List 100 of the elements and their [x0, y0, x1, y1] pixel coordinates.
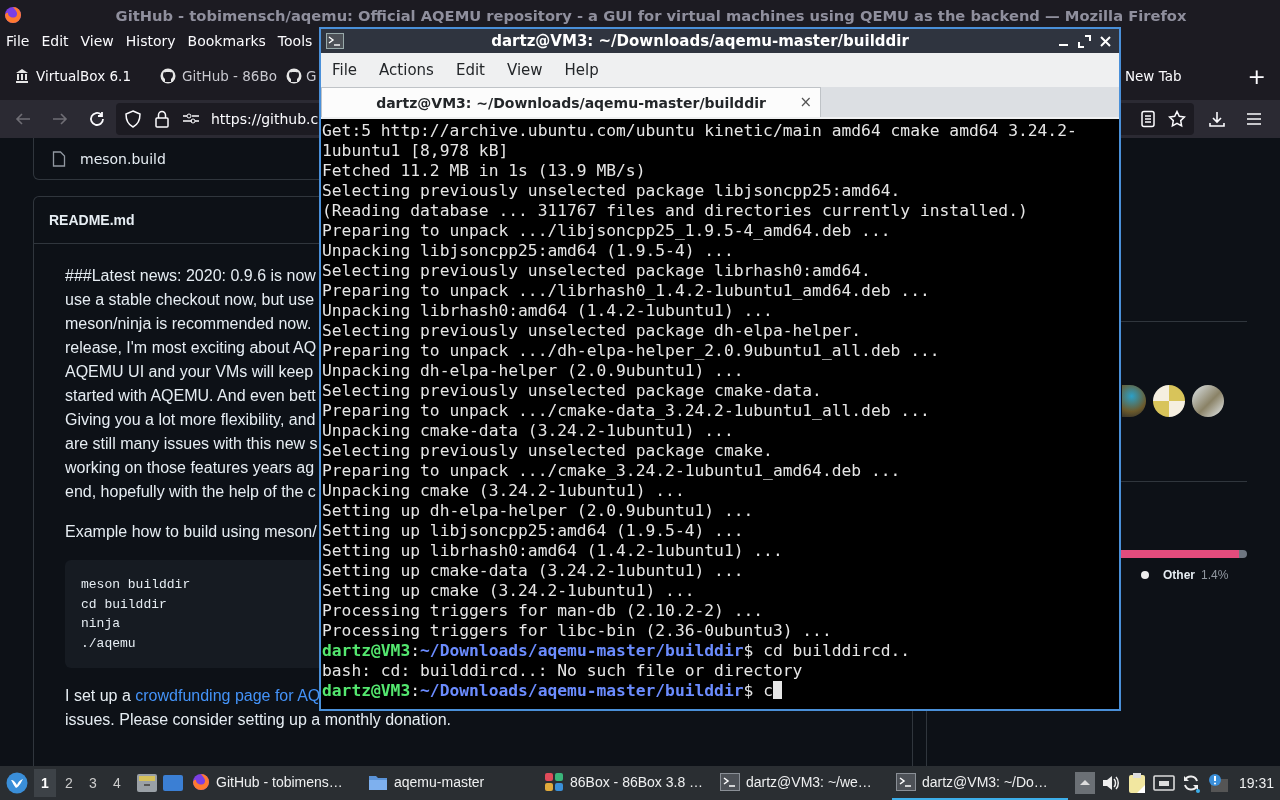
- terminal-line: Fetched 11.2 MB in 1s (13.9 MB/s): [322, 161, 646, 181]
- window-title: dartz@VM3: ~/Downloads/aqemu-master/builddir: [490, 32, 910, 50]
- terminal-line: Unpacking cmake (3.24.2-1ubuntu1) ...: [322, 481, 685, 501]
- avatar[interactable]: [1153, 385, 1185, 417]
- paragraph-line: Example how to build using meson/: [65, 522, 317, 542]
- paragraph-line: ###Latest news: 2020: 0.9.6 is now: [65, 266, 316, 286]
- download-icon[interactable]: [1208, 110, 1226, 128]
- avatar[interactable]: [1192, 385, 1224, 417]
- workspace-button[interactable]: 3: [82, 769, 104, 797]
- terminal-line: Setting up libjsoncpp25:amd64 (1.9.5-4) ...: [322, 521, 744, 541]
- close-icon[interactable]: [1098, 33, 1113, 49]
- clipboard-icon[interactable]: [1126, 772, 1147, 794]
- network-icon[interactable]: [1152, 774, 1175, 792]
- menu-item[interactable]: Tools: [277, 33, 313, 49]
- workspace-button[interactable]: 1: [34, 769, 56, 797]
- github-icon: [286, 68, 302, 84]
- terminal-line: Selecting previously unselected package librhash0:amd64.: [322, 261, 871, 281]
- menu-item[interactable]: Edit: [41, 33, 69, 49]
- columns-icon: [14, 68, 30, 84]
- terminal-line: Unpacking cmake-data (3.24.2-1ubuntu1) ...: [322, 421, 734, 441]
- file-link[interactable]: meson.build: [80, 150, 166, 167]
- window-icon[interactable]: [162, 773, 184, 793]
- terminal-icon: [720, 773, 740, 791]
- firefox-icon: [192, 773, 210, 791]
- menu-item[interactable]: Help: [553, 61, 610, 79]
- notification-icon[interactable]: [1206, 773, 1229, 793]
- shield-icon[interactable]: [124, 110, 142, 128]
- boxes-icon: [544, 772, 564, 792]
- start-menu-icon[interactable]: [6, 772, 28, 794]
- paragraph-line: Giving you a lot more flexibility, and: [65, 410, 316, 430]
- crowdfunding-link[interactable]: crowdfunding page for AQ: [135, 687, 321, 704]
- volume-icon[interactable]: [1100, 774, 1121, 792]
- terminal-line: Unpacking libjsoncpp25:amd64 (1.9.5-4) ...: [322, 241, 734, 261]
- taskbar-task[interactable]: dartz@VM3: ~/we…: [716, 766, 892, 800]
- terminal-line: Selecting previously unselected package cmake.: [322, 441, 773, 461]
- terminal-line: Processing triggers for man-db (2.10.2-2) ...: [322, 601, 764, 621]
- lock-icon[interactable]: [153, 110, 171, 128]
- menu-item[interactable]: Edit: [444, 61, 496, 79]
- maximize-icon[interactable]: [1077, 33, 1092, 49]
- paragraph-line: meson/ninja is recommended now.: [65, 314, 312, 334]
- terminal-line: Preparing to unpack .../cmake_3.24.2-1ubuntu1_amd64.deb ...: [322, 461, 901, 481]
- terminal-line: Setting up cmake (3.24.2-1ubuntu1) ...: [322, 581, 695, 601]
- terminal-line: 1ubuntu1 [8,978 kB]: [322, 141, 509, 161]
- browser-tab[interactable]: VirtualBox 6.1: [10, 58, 148, 94]
- terminal-line: Unpacking dh-elpa-helper (2.0.9ubuntu1) ...: [322, 361, 744, 381]
- file-cabinet-icon[interactable]: [136, 773, 158, 793]
- terminal-line: Setting up dh-elpa-helper (2.0.9ubuntu1) ...: [322, 501, 754, 521]
- terminal-line: Preparing to unpack .../dh-elpa-helper_2.0.9ubuntu1_all.deb ...: [322, 341, 940, 361]
- workspace-button[interactable]: 4: [106, 769, 128, 797]
- menu-item[interactable]: History: [125, 33, 176, 49]
- menu-item[interactable]: File: [321, 61, 369, 79]
- readme-title: README.md: [49, 212, 135, 228]
- paragraph-line: working on those features years ag: [65, 458, 315, 478]
- browser-tab[interactable]: New Tab: [1120, 58, 1186, 94]
- menu-item[interactable]: View: [495, 61, 554, 79]
- paragraph-line: I set up a crowdfunding page for AQ: [65, 686, 321, 706]
- terminal-line: Get:5 http://archive.ubuntu.com/ubuntu kinetic/main amd64 cmake amd64 3.24.2-: [322, 121, 1077, 141]
- terminal-icon: [896, 773, 916, 791]
- close-tab-button[interactable]: ×: [799, 93, 812, 111]
- browser-tab[interactable]: G: [286, 58, 317, 94]
- paragraph-line: release, I'm most exciting about AQ: [65, 338, 317, 358]
- new-tab-button[interactable]: +: [1247, 63, 1266, 89]
- taskbar-task[interactable]: GitHub - tobimens…: [188, 766, 364, 800]
- taskbar-task[interactable]: dartz@VM3: ~/Do…: [892, 766, 1068, 800]
- folder-icon: [368, 773, 388, 791]
- expand-tray-icon[interactable]: [1074, 772, 1095, 794]
- paragraph-line: end, hopefully with the help of the c: [65, 482, 316, 502]
- window-title: GitHub - tobimensch/aqemu: Official AQEMU repository - a GUI for virtual machines using QEMU as the backend — Mozilla Firefox: [115, 6, 1187, 24]
- workspace-button[interactable]: 2: [58, 769, 80, 797]
- browser-tab[interactable]: GitHub - 86Bo: [156, 58, 286, 94]
- terminal-line: Setting up librhash0:amd64 (1.4.2-1ubuntu1) ...: [322, 541, 783, 561]
- terminal-line: Unpacking librhash0:amd64 (1.4.2-1ubuntu1) ...: [322, 301, 773, 321]
- menu-item[interactable]: Actions: [368, 61, 445, 79]
- terminal-line: Preparing to unpack .../libjsoncpp25_1.9.5-4_amd64.deb ...: [322, 221, 891, 241]
- terminal-line: (Reading database ... 311767 files and directories currently installed.): [322, 201, 1028, 221]
- taskbar-task[interactable]: 86Box - 86Box 3.8 …: [540, 766, 716, 800]
- paragraph-line: AQEMU UI and your VMs will keep: [65, 362, 314, 382]
- menu-item[interactable]: File: [6, 33, 30, 49]
- paragraph-line: started with AQEMU. And even bett: [65, 386, 316, 406]
- terminal-line: Preparing to unpack .../librhash0_1.4.2-1ubuntu1_amd64.deb ...: [322, 281, 930, 301]
- url-text[interactable]: https://github.c: [211, 111, 319, 127]
- paragraph-line: issues. Please consider setting up a monthly donation.: [65, 710, 451, 730]
- terminal-icon: [326, 33, 344, 49]
- terminal-tab[interactable]: dartz@VM3: ~/Downloads/aqemu-master/builddir ×: [321, 87, 821, 117]
- clock[interactable]: 19:31: [1238, 775, 1274, 791]
- language-name: Other: [1163, 568, 1195, 582]
- menu-item[interactable]: Bookmarks: [187, 33, 266, 49]
- star-icon[interactable]: [1168, 110, 1186, 128]
- terminal-line: Processing triggers for libc-bin (2.36-0ubuntu3) ...: [322, 621, 832, 641]
- firefox-logo-icon: [4, 6, 22, 24]
- reader-view-icon[interactable]: [1139, 110, 1157, 128]
- reload-icon[interactable]: [88, 110, 106, 128]
- terminal-line: Selecting previously unselected package cmake-data.: [322, 381, 822, 401]
- paragraph-line: use a stable checkout now, but use: [65, 290, 315, 310]
- taskbar-task[interactable]: aqemu-master: [364, 766, 540, 800]
- file-icon: [52, 150, 66, 167]
- github-icon: [160, 68, 176, 84]
- terminal-line: dartz@VM3:~/Downloads/aqemu-master/builddir$ c: [322, 681, 773, 701]
- menu-item[interactable]: View: [80, 33, 114, 49]
- menu-icon[interactable]: [1245, 110, 1263, 128]
